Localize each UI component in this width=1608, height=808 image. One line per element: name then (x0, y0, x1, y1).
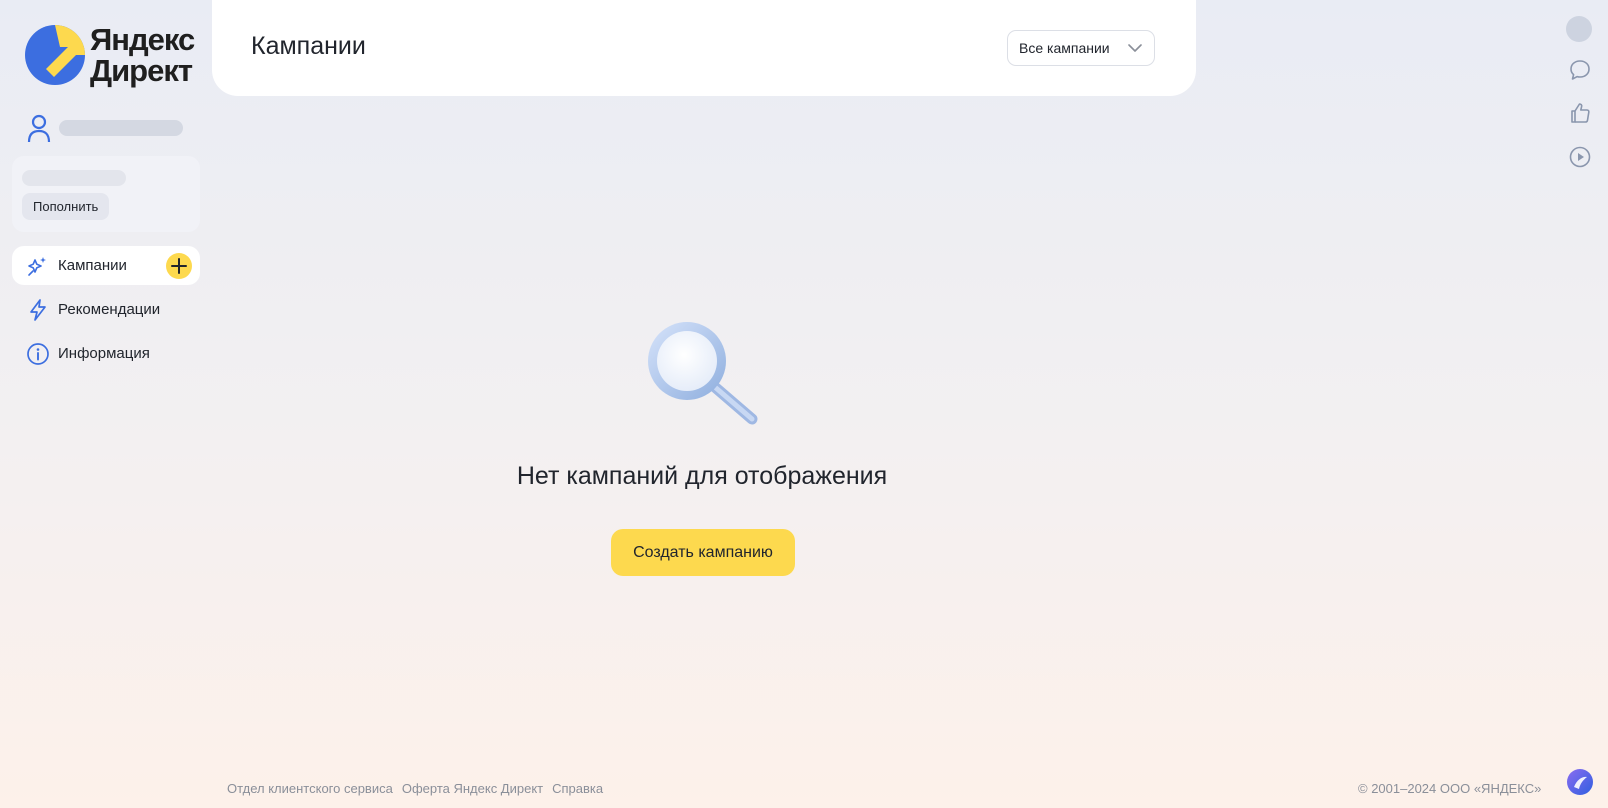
campaign-filter-select[interactable]: Все кампании (1007, 30, 1155, 66)
sidebar-item-information[interactable]: Информация (12, 334, 200, 373)
thumbs-up-icon[interactable] (1568, 101, 1592, 125)
page-title: Кампании (251, 32, 366, 60)
empty-state-message: Нет кампаний для отображения (516, 462, 888, 490)
chevron-down-icon (1128, 44, 1142, 52)
lightning-icon (30, 298, 46, 321)
campaigns-sparkle-icon (28, 256, 46, 276)
add-campaign-button[interactable] (166, 253, 192, 279)
logo-line-1: Яндекс (90, 22, 195, 57)
info-icon (27, 342, 49, 365)
sidebar-nav: Кампании Рекомендации Информация (12, 246, 200, 378)
copyright: © 2001–2024 ООО «ЯНДЕКС» (1358, 781, 1542, 796)
filter-selected-value: Все кампании (1019, 40, 1110, 56)
play-icon[interactable] (1568, 145, 1592, 169)
footer-link-offer[interactable]: Оферта Яндекс Директ (402, 781, 543, 796)
logo-line-2: Директ (90, 53, 193, 88)
sidebar-item-campaigns[interactable]: Кампании (12, 246, 200, 285)
footer-link-client-service[interactable]: Отдел клиентского сервиса (227, 781, 393, 796)
page-header: Кампании Все кампании (212, 0, 1196, 96)
avatar[interactable] (1566, 16, 1592, 42)
create-campaign-button[interactable]: Создать кампанию (611, 529, 795, 576)
balance-placeholder (22, 170, 126, 186)
footer-links: Отдел клиентского сервиса Оферта Яндекс … (227, 781, 612, 796)
footer-link-help[interactable]: Справка (552, 781, 603, 796)
logo-text: Яндекс Директ (90, 22, 195, 88)
user-icon (27, 114, 51, 143)
sidebar-item-recommendations[interactable]: Рекомендации (12, 290, 200, 329)
user-name-placeholder (59, 120, 183, 136)
alice-icon[interactable] (1566, 768, 1594, 796)
user-account[interactable] (26, 113, 183, 143)
sidebar-item-label: Информация (58, 345, 150, 362)
chat-icon[interactable] (1568, 58, 1592, 82)
sidebar-item-label: Рекомендации (58, 301, 161, 318)
balance-card: Пополнить (12, 156, 200, 232)
sidebar-item-label: Кампании (58, 257, 127, 274)
logo[interactable]: Яндекс Директ (24, 22, 195, 88)
magnifier-icon (648, 322, 758, 425)
yandex-direct-logo-icon (25, 25, 85, 85)
plus-icon (171, 258, 187, 274)
topup-button[interactable]: Пополнить (22, 193, 110, 220)
